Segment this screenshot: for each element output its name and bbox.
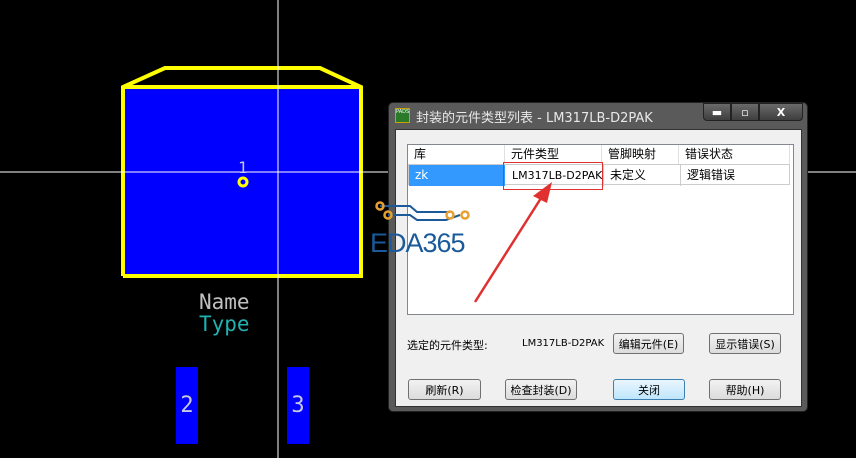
eda365-logo-icon bbox=[375, 201, 470, 221]
watermark-text: EDA365 bbox=[370, 228, 466, 258]
